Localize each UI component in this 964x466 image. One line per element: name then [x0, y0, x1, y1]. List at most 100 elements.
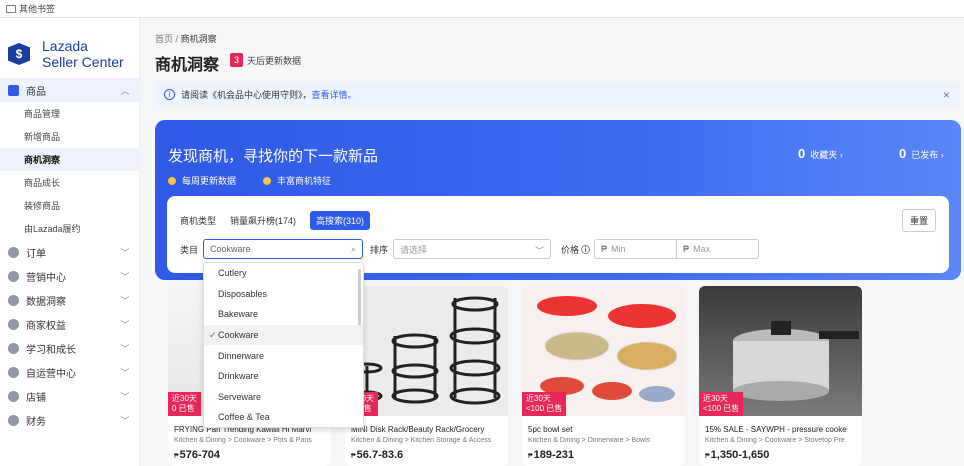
- product-price: ₱189-231: [528, 449, 575, 461]
- sidebar-item-opportunity[interactable]: 商机洞察: [0, 148, 139, 171]
- chevron-down-icon: ﹀: [120, 319, 130, 330]
- rights-icon: [8, 318, 19, 330]
- breadcrumb: 首页 / 商机洞察: [155, 34, 217, 44]
- sidebar-item-product-growth[interactable]: 商品成长: [0, 171, 139, 194]
- price-label: 价格: [561, 244, 580, 255]
- notice-text: 请阅读《机会品中心使用守则》，: [181, 90, 312, 100]
- sidebar-section-orders[interactable]: 订单 ﹀: [0, 240, 139, 264]
- product-category: Kitchen & Dining > Dinnerware > Bowls: [528, 437, 651, 444]
- learning-icon: [8, 342, 19, 354]
- product-category: Kitchen & Dining > Cookware > Stovetop P…: [705, 437, 845, 444]
- dropdown-option[interactable]: Cutlery: [204, 263, 363, 284]
- product-price: ₱56.7-83.6: [351, 449, 404, 461]
- notice-link[interactable]: 查看详情。: [312, 88, 357, 101]
- finance-icon: [8, 414, 19, 426]
- self-ops-icon: [8, 366, 19, 378]
- store-icon: [8, 390, 19, 402]
- chevron-down-icon: ﹀: [120, 247, 130, 258]
- close-icon[interactable]: ×: [943, 88, 950, 102]
- favorites-link[interactable]: 0 收藏夹 ›: [798, 146, 843, 161]
- product-card[interactable]: 近30天 <100 已售 15% SALE - SAYWPH - pressure…: [699, 286, 862, 466]
- dropdown-option[interactable]: Dinnerware: [204, 345, 363, 366]
- category-select[interactable]: Cookware ⌕: [203, 239, 364, 259]
- category-dropdown: Cutlery Disposables Bakeware ✓ Cookware Dinne…: [203, 262, 364, 428]
- dropdown-option[interactable]: Coffee & Tea: [204, 407, 363, 427]
- sidebar-item-add-product[interactable]: 新增商品: [0, 125, 139, 148]
- check-icon: ✓: [209, 329, 217, 340]
- bulb-icon: [168, 176, 176, 185]
- page-title: 商机洞察: [155, 57, 220, 74]
- chevron-down-icon: ﹀: [120, 295, 130, 306]
- sidebar-section-finance[interactable]: 财务 ﹀: [0, 408, 139, 432]
- product-image: 近30天0 已售: [345, 286, 508, 416]
- sidebar-item-fulfillment[interactable]: 由Lazada履约: [0, 217, 139, 240]
- chevron-down-icon: ﹀: [120, 391, 130, 402]
- type-label: 商机类型: [180, 216, 217, 226]
- feature-weekly: 每周更新数据: [168, 174, 236, 187]
- price-max-input[interactable]: ₱ Max: [677, 239, 760, 259]
- price-min-input[interactable]: ₱ Min: [594, 239, 678, 259]
- chevron-down-icon: ﹀: [535, 246, 545, 256]
- chevron-down-icon: ﹀: [120, 415, 130, 426]
- dropdown-option[interactable]: Disposables: [204, 284, 363, 305]
- product-icon: [8, 84, 19, 96]
- product-card[interactable]: 近30天 <100 已售 5pc bowl set Kitchen & Dinin…: [522, 286, 685, 466]
- product-image: 近30天 <100 已售: [522, 286, 685, 416]
- dropdown-option[interactable]: Drinkware: [204, 366, 363, 387]
- orders-icon: [8, 246, 19, 258]
- sales-tag: 近30天 <100 已售: [699, 392, 744, 416]
- sales-tag: 近30天0 已售: [168, 392, 201, 416]
- product-price: ₱576-704: [174, 449, 221, 461]
- product-card[interactable]: 近30天0 已售 MINI Disk Rack/Beauty Rack/Groc…: [345, 286, 508, 466]
- breadcrumb-current: 商机洞察: [180, 34, 217, 44]
- sort-select[interactable]: 请选择 ﹀: [393, 239, 552, 259]
- sidebar: $ Lazada Seller Center 商品 ︿ 商品管理 新增商品 商机…: [0, 18, 140, 466]
- tab-high-search[interactable]: 高搜索(310): [310, 211, 371, 230]
- product-image: 近30天 <100 已售: [699, 286, 862, 416]
- sidebar-section-data[interactable]: 数据洞察 ﹀: [0, 288, 139, 312]
- product-title: 15% SALE - SAYWPH - pressure cooke: [705, 425, 847, 434]
- sort-label: 排序: [370, 244, 389, 255]
- folder-icon: [6, 4, 16, 13]
- sidebar-section-product[interactable]: 商品 ︿: [0, 78, 139, 102]
- sales-tag: 近30天 <100 已售: [522, 392, 567, 416]
- chevron-down-icon: ﹀: [120, 367, 130, 378]
- notice-banner: i 请阅读《机会品中心使用守则》， 查看详情。 ×: [155, 82, 960, 107]
- product-title: MINI Disk Rack/Beauty Rack/Grocery: [351, 425, 485, 434]
- feature-rich: 丰富商机特征: [263, 174, 331, 187]
- search-icon: ⌕: [350, 244, 357, 254]
- countdown-text: 天后更新数据: [247, 55, 302, 66]
- product-category: Kitchen & Dining > Kitchen Storage & Acc…: [351, 437, 492, 444]
- dropdown-option[interactable]: Bakeware: [204, 304, 363, 325]
- info-icon: i: [164, 89, 175, 100]
- sidebar-section-learning[interactable]: 学习和成长 ﹀: [0, 336, 139, 360]
- data-icon: [8, 294, 19, 306]
- bookmark-other[interactable]: 其他书签: [19, 2, 55, 15]
- published-link[interactable]: 0 已发布 ›: [899, 146, 944, 161]
- logo[interactable]: $ Lazada Seller Center: [0, 18, 139, 78]
- chevron-down-icon: ﹀: [120, 343, 130, 354]
- sidebar-section-label: 商品: [26, 86, 46, 98]
- sidebar-item-decorate[interactable]: 装修商品: [0, 194, 139, 217]
- sidebar-section-marketing[interactable]: 营销中心 ﹀: [0, 264, 139, 288]
- logo-line1: Lazada: [42, 38, 88, 54]
- chevron-down-icon: ﹀: [120, 271, 130, 282]
- tab-sales-surge[interactable]: 销量飙升榜(174): [224, 211, 302, 230]
- sidebar-section-store[interactable]: 店铺 ﹀: [0, 384, 139, 408]
- category-label: 类目: [180, 244, 199, 255]
- dropdown-option[interactable]: ✓ Cookware: [204, 324, 363, 346]
- breadcrumb-home[interactable]: 首页: [155, 34, 173, 44]
- product-category: Kitchen & Dining > Cookware > Pots & Pan…: [174, 437, 312, 444]
- help-icon: i: [581, 244, 591, 254]
- sidebar-item-product-manage[interactable]: 商品管理: [0, 102, 139, 125]
- lazada-logo-icon: $: [8, 43, 30, 65]
- sidebar-section-self-ops[interactable]: 自运营中心 ﹀: [0, 360, 139, 384]
- product-price: ₱1,350-1,650: [705, 449, 770, 461]
- hero-banner: 发现商机，寻找你的下一款新品 每周更新数据 丰富商机特征 0 收藏夹 › 0 已发布…: [155, 120, 961, 280]
- product-title: 5pc bowl set: [528, 425, 573, 434]
- sidebar-section-rights[interactable]: 商家权益 ﹀: [0, 312, 139, 336]
- update-badge: 3 天后更新数据: [230, 53, 301, 67]
- chevron-up-icon: ︿: [120, 85, 130, 96]
- dropdown-option[interactable]: Serveware: [204, 387, 363, 408]
- reset-button[interactable]: 重置: [901, 209, 936, 232]
